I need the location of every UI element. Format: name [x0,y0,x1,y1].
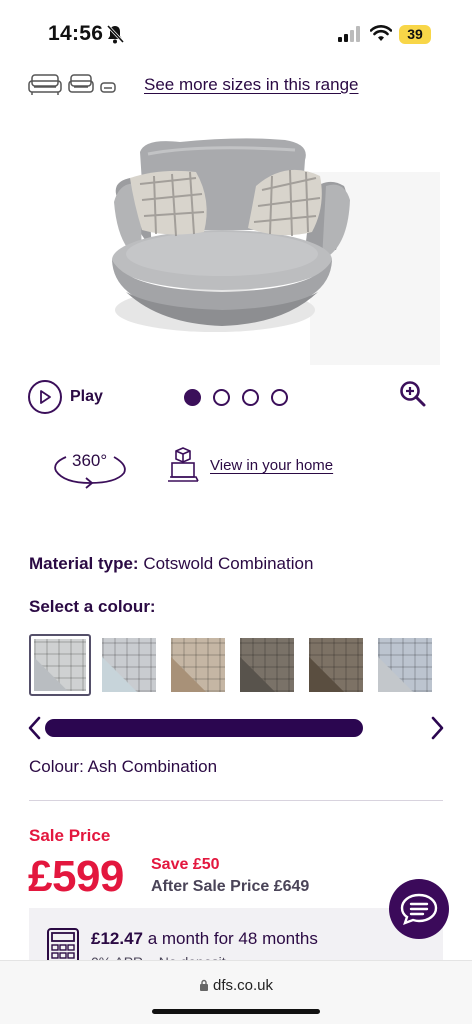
view-360-button[interactable]: 360° [50,447,128,489]
colour-swatch[interactable] [305,634,367,696]
divider [29,800,443,801]
see-more-sizes-link[interactable]: See more sizes in this range [144,75,359,95]
view-360-label: 360° [72,451,108,470]
product-image[interactable] [100,120,440,365]
colour-swatch[interactable] [98,634,160,696]
bell-off-icon [106,24,124,44]
view-in-your-home-link[interactable]: View in your home [210,457,333,474]
status-time: 14:56 [48,22,104,45]
selected-colour: Colour: Ash Combination [29,757,217,777]
finance-monthly: £12.47 a month for 48 months [91,929,318,949]
carousel-dot[interactable] [184,389,201,406]
url-text: dfs.co.uk [212,977,274,994]
swatch-scroller [27,714,447,742]
colour-swatch[interactable] [29,634,91,696]
swatch-scrollbar-thumb[interactable] [45,719,363,737]
material-type-value: Cotswold Combination [143,554,314,573]
material-type-label: Material type: [29,554,139,573]
chevron-left-icon[interactable] [27,716,43,740]
finance-text: a month for 48 months [143,929,318,948]
colour-value: Ash Combination [87,757,218,776]
finance-amount: £12.47 [91,929,143,948]
colour-swatch[interactable] [236,634,298,696]
zoom-in-icon[interactable] [399,380,427,408]
play-label: Play [70,388,103,405]
price: £599 [28,852,124,901]
carousel-dot[interactable] [271,389,288,406]
wifi-icon [370,25,392,41]
colour-swatch[interactable] [167,634,229,696]
browser-url-bar[interactable]: dfs.co.uk [0,960,472,1024]
chevron-right-icon[interactable] [429,716,445,740]
image-carousel-dots [184,389,300,406]
carousel-dot[interactable] [242,389,259,406]
sizes-row: See more sizes in this range [28,70,359,100]
url-display[interactable]: dfs.co.uk [0,977,472,994]
colour-swatch[interactable] [374,634,436,696]
after-sale-price: After Sale Price £649 [151,878,310,895]
home-indicator[interactable] [152,1009,320,1014]
colour-label: Colour: [29,757,84,776]
sale-price-label: Sale Price [29,826,111,845]
colour-swatch[interactable] [443,634,444,696]
signal-icon [338,26,360,42]
play-icon [28,380,62,414]
view-in-room-icon[interactable] [166,447,200,485]
colour-swatch-list [29,634,444,700]
chat-button[interactable] [389,879,449,939]
select-colour-heading: Select a colour: [29,597,156,616]
status-bar: 14:56 39 [0,0,472,64]
sofa-icon[interactable] [28,74,62,96]
battery-indicator: 39 [399,25,431,44]
lock-icon [199,979,208,991]
carousel-dot[interactable] [213,389,230,406]
save-amount: Save £50 [151,856,220,873]
finance-panel[interactable]: £12.47 a month for 48 months 0% APR – No… [29,908,443,970]
material-type: Material type: Cotswold Combination [29,554,313,574]
chat-icon [400,893,438,925]
play-video-button[interactable]: Play [28,380,103,414]
footstool-icon[interactable] [100,74,116,96]
armchair-icon[interactable] [68,74,94,96]
